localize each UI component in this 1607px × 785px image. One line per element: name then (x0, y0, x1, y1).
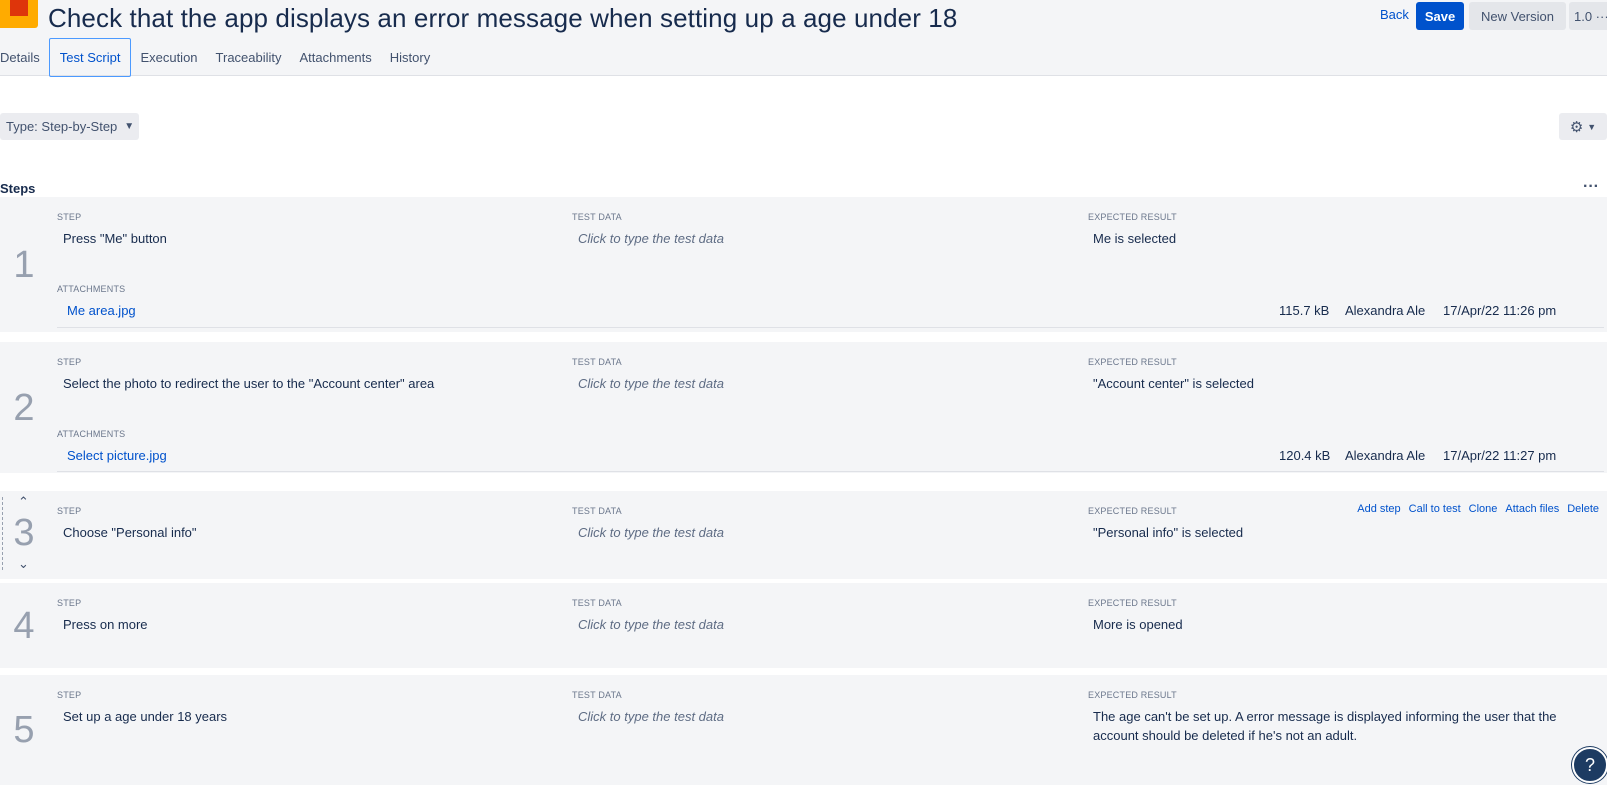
step-row[interactable]: 2 STEP TEST DATA EXPECTED RESULT Select … (0, 342, 1607, 473)
attachment-date: 17/Apr/22 11:27 pm (1443, 448, 1557, 463)
step-number: 2 (13, 387, 35, 429)
test-data-field[interactable]: Click to type the test data (578, 707, 724, 726)
step-text[interactable]: Press on more (63, 615, 148, 634)
test-data-label: TEST DATA (572, 357, 622, 367)
move-down-icon[interactable]: ⌄ (18, 556, 29, 572)
attachments-label: ATTACHMENTS (57, 429, 126, 439)
help-button[interactable]: ? (1572, 747, 1607, 783)
move-up-icon[interactable]: ⌃ (18, 494, 29, 510)
tab-history[interactable]: History (381, 38, 439, 76)
step-label: STEP (57, 357, 82, 367)
more-options-icon[interactable]: ··· (1583, 178, 1599, 196)
step-number: 1 (13, 244, 35, 286)
step-text[interactable]: Choose "Personal info" (63, 523, 197, 542)
step-label: STEP (57, 506, 82, 516)
expected-result-label: EXPECTED RESULT (1088, 690, 1177, 700)
attachment-date: 17/Apr/22 11:26 pm (1443, 303, 1557, 318)
script-type-select[interactable]: Type: Step-by-Step ▼ (0, 113, 139, 140)
step-text[interactable]: Select the photo to redirect the user to… (63, 374, 434, 393)
chevron-down-icon: ▼ (1587, 121, 1597, 132)
test-data-label: TEST DATA (572, 598, 622, 608)
test-data-label: TEST DATA (572, 690, 622, 700)
project-logo (0, 0, 38, 28)
tab-details[interactable]: Details (0, 38, 49, 76)
version-menu-button[interactable]: 1.0 ··· (1569, 2, 1607, 30)
attachment-author: Alexandra Ale (1345, 303, 1426, 318)
step-text[interactable]: Press "Me" button (63, 229, 167, 248)
attach-files-link[interactable]: Attach files (1505, 503, 1559, 515)
settings-button[interactable]: ⚙ ▼ (1559, 113, 1607, 140)
attachment-size: 120.4 kB (1279, 448, 1331, 463)
divider (57, 327, 1604, 328)
gear-icon: ⚙ (1569, 118, 1584, 136)
step-label: STEP (57, 598, 82, 608)
test-data-field[interactable]: Click to type the test data (578, 523, 724, 542)
test-data-field[interactable]: Click to type the test data (578, 229, 724, 248)
test-data-label: TEST DATA (572, 506, 622, 516)
step-actions: Add step Call to test Clone Attach files… (1357, 503, 1599, 515)
clone-link[interactable]: Clone (1469, 503, 1498, 515)
step-label: STEP (57, 212, 82, 222)
test-script-page: Check that the app displays an error mes… (0, 0, 1607, 785)
expected-result-text[interactable]: The age can't be set up. A error message… (1093, 707, 1573, 745)
expected-result-label: EXPECTED RESULT (1088, 212, 1177, 222)
step-row[interactable]: 1 STEP TEST DATA EXPECTED RESULT Press "… (0, 197, 1607, 332)
step-text[interactable]: Set up a age under 18 years (63, 707, 227, 726)
step-row[interactable]: 5 STEP TEST DATA EXPECTED RESULT Set up … (0, 675, 1607, 785)
attachment-link[interactable]: Select picture.jpg (67, 448, 167, 463)
tab-bar: Details Test Script Execution Traceabili… (0, 38, 439, 77)
steps-heading: Steps (0, 181, 36, 196)
delete-link[interactable]: Delete (1567, 503, 1599, 515)
step-number: 3 (13, 512, 35, 554)
attachment-link[interactable]: Me area.jpg (67, 303, 136, 318)
step-number: 5 (13, 709, 35, 751)
expected-result-label: EXPECTED RESULT (1088, 598, 1177, 608)
header: Check that the app displays an error mes… (0, 0, 1607, 77)
step-label: STEP (57, 690, 82, 700)
expected-result-text[interactable]: More is opened (1093, 615, 1183, 634)
attachment-author: Alexandra Ale (1345, 448, 1426, 463)
chevron-down-icon: ▼ (124, 121, 135, 132)
back-button[interactable]: Back (1380, 7, 1409, 22)
attachment-size: 115.7 kB (1279, 303, 1330, 318)
step-row[interactable]: 4 STEP TEST DATA EXPECTED RESULT Press o… (0, 583, 1607, 668)
expected-result-label: EXPECTED RESULT (1088, 357, 1177, 367)
attachments-label: ATTACHMENTS (57, 284, 126, 294)
tab-attachments[interactable]: Attachments (291, 38, 381, 76)
expected-result-label: EXPECTED RESULT (1088, 506, 1177, 516)
tab-test-script[interactable]: Test Script (48, 38, 132, 77)
expected-result-text[interactable]: Me is selected (1093, 229, 1176, 248)
expected-result-text[interactable]: "Account center" is selected (1093, 374, 1254, 393)
divider (57, 471, 1604, 472)
new-version-button[interactable]: New Version (1469, 2, 1566, 30)
call-to-test-link[interactable]: Call to test (1409, 503, 1461, 515)
save-button[interactable]: Save (1416, 2, 1464, 30)
test-data-label: TEST DATA (572, 212, 622, 222)
add-step-link[interactable]: Add step (1357, 503, 1400, 515)
step-number: 4 (13, 605, 35, 647)
test-data-field[interactable]: Click to type the test data (578, 615, 724, 634)
tab-execution[interactable]: Execution (131, 38, 206, 76)
page-title: Check that the app displays an error mes… (48, 3, 958, 33)
tab-traceability[interactable]: Traceability (207, 38, 291, 76)
expected-result-text[interactable]: "Personal info" is selected (1093, 523, 1243, 542)
test-data-field[interactable]: Click to type the test data (578, 374, 724, 393)
script-type-label: Type: Step-by-Step (6, 119, 118, 134)
drag-handle[interactable] (2, 497, 3, 570)
